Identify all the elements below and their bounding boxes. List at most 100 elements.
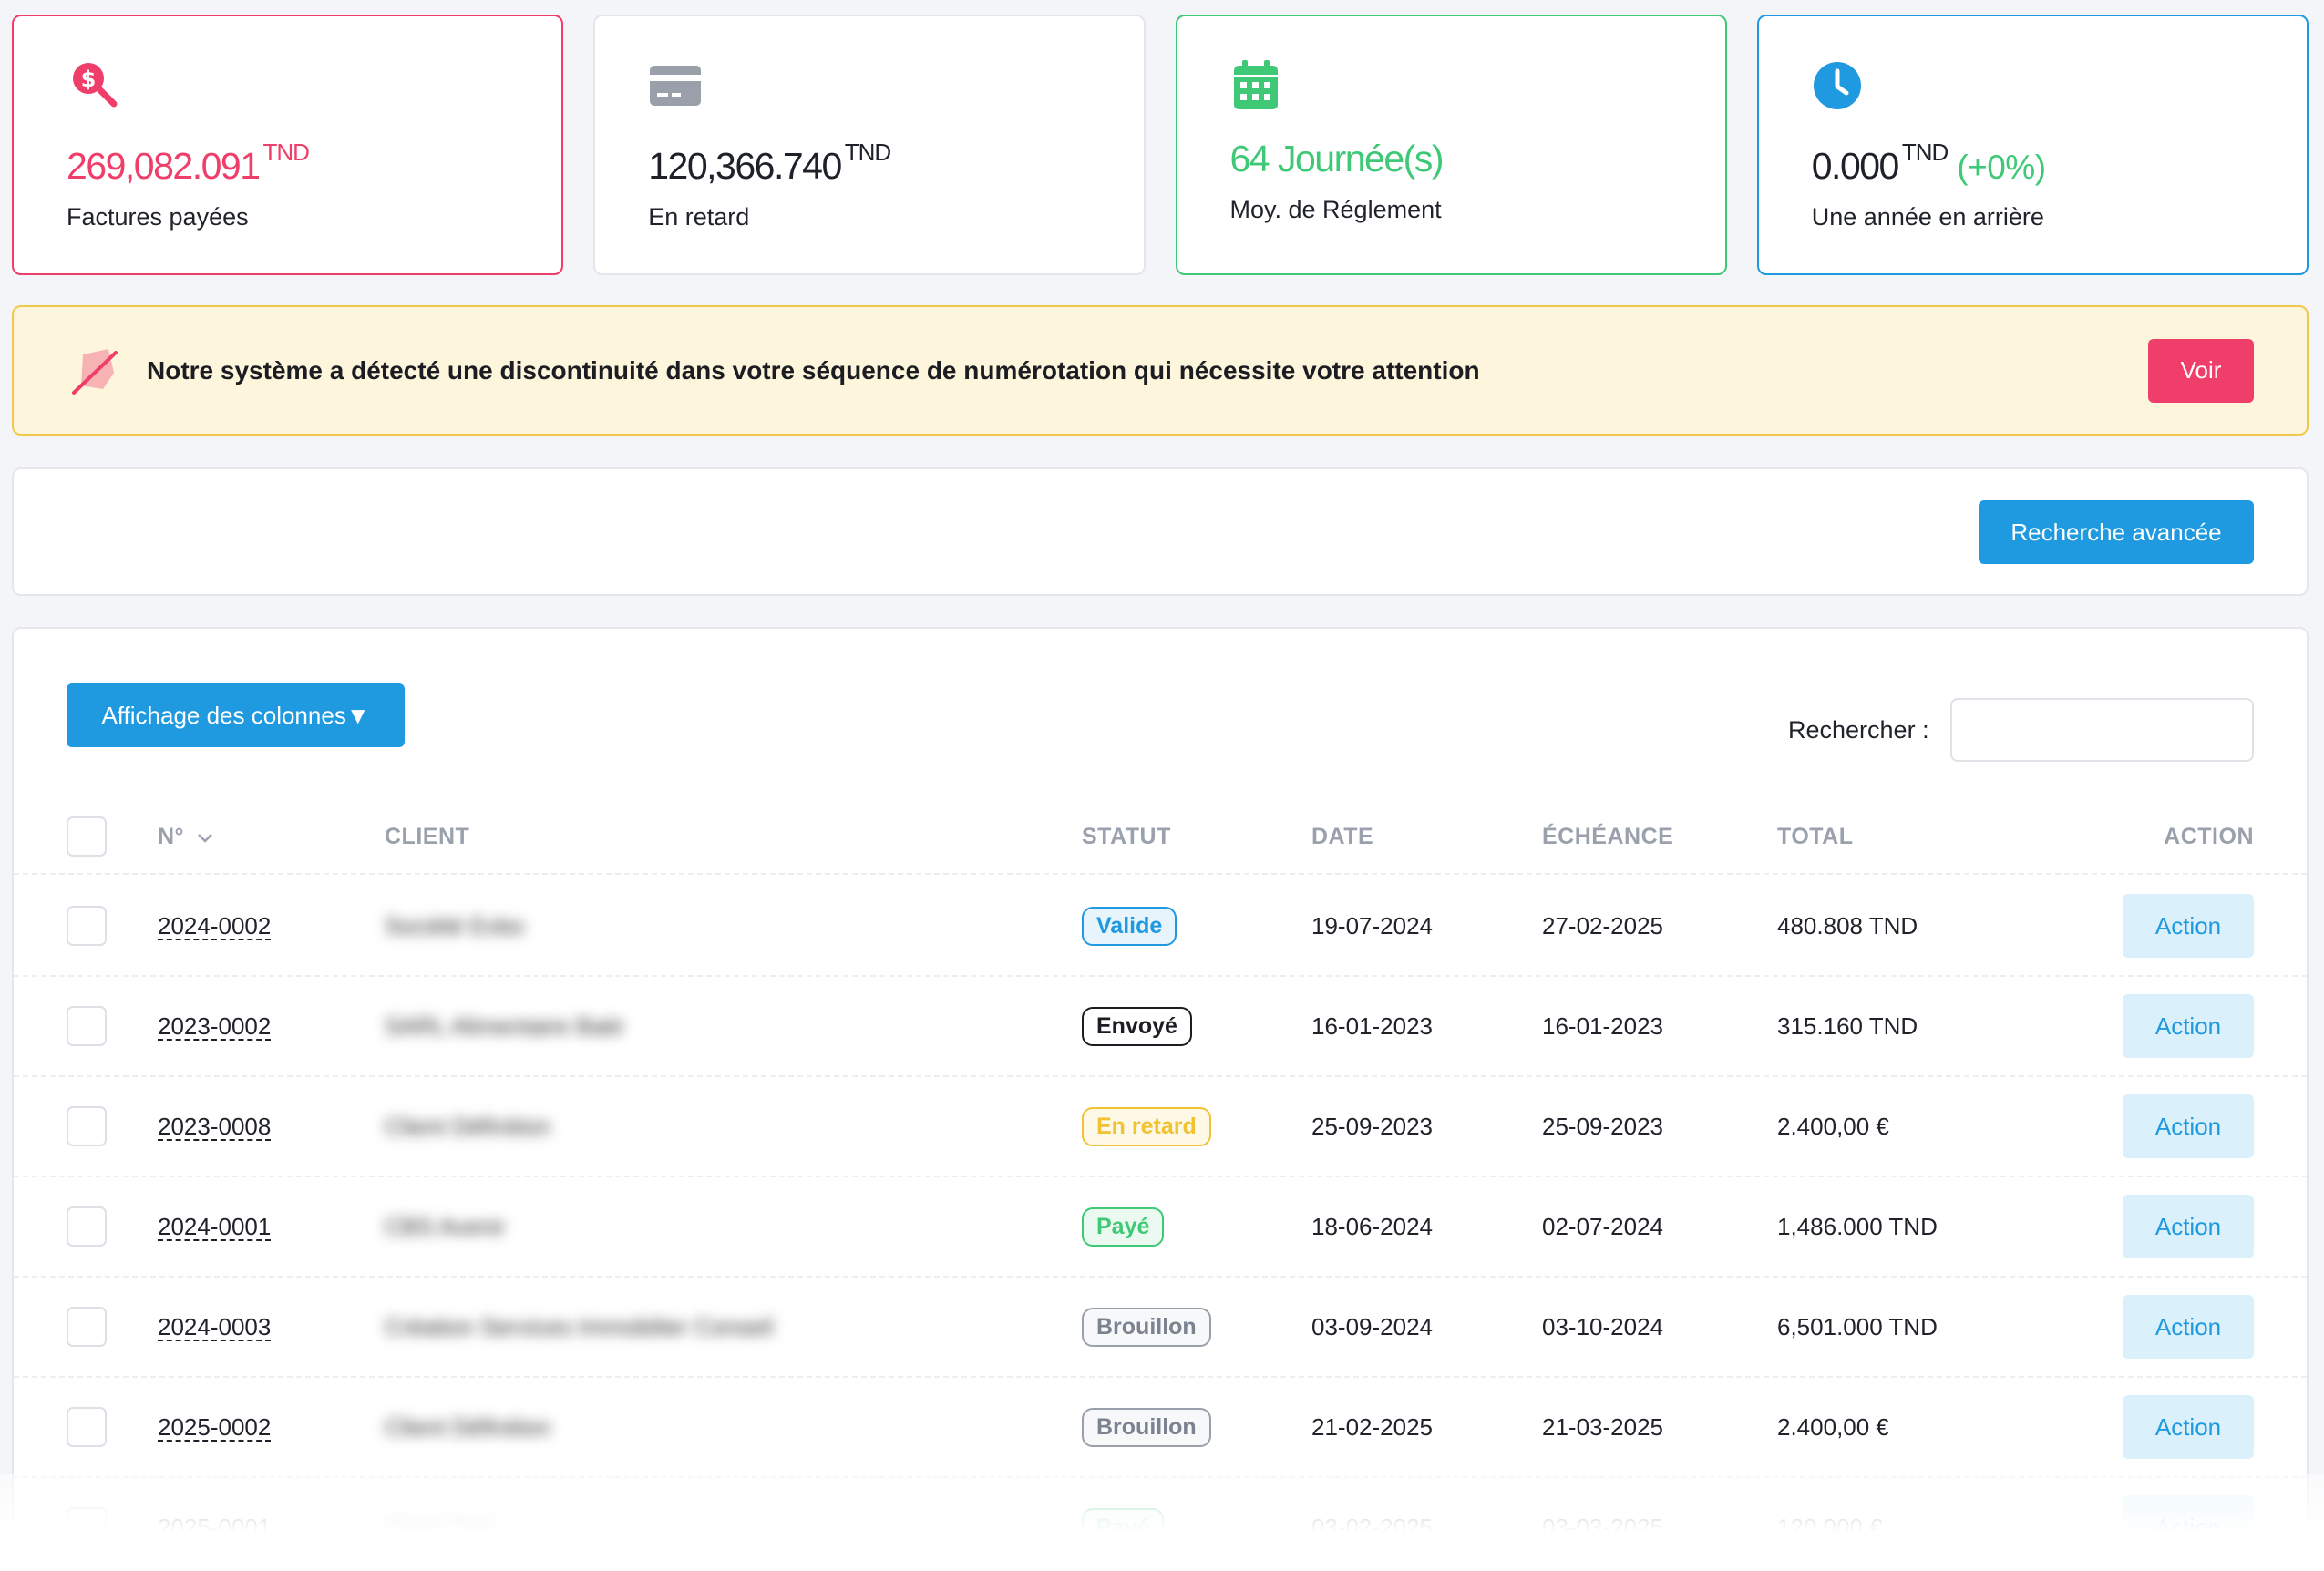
invoice-date: 16-01-2023: [1311, 1011, 1433, 1040]
row-checkbox[interactable]: [67, 1006, 107, 1046]
invoice-total: 2.400,00 €: [1777, 1112, 1889, 1140]
invoice-number-link[interactable]: 2023-0002: [158, 1012, 271, 1041]
stat-label: Moy. de Réglement: [1229, 196, 1442, 223]
table-row: 2023-0008 Client Définition En retard 25-09…: [14, 1077, 2307, 1177]
alert-message: Notre système a détecté une discontinuit…: [147, 355, 1480, 385]
due-date: 21-03-2025: [1542, 1412, 1663, 1441]
action-button[interactable]: Action: [2123, 894, 2254, 958]
stat-card-last-year: 0.000 TND (+0%) Une année en arrière: [1756, 15, 2309, 275]
due-date: 03-10-2024: [1542, 1312, 1663, 1340]
table-row: 2024-0003 Création Services Immobilier Co…: [14, 1278, 2307, 1378]
row-checkbox[interactable]: [67, 1407, 107, 1447]
select-all-checkbox[interactable]: [67, 816, 107, 857]
column-header-label: N°: [158, 823, 185, 849]
invoices-table-card: Affichage des colonnes▼ Rechercher : N° C…: [12, 627, 2309, 1571]
client-name[interactable]: Client Définition: [385, 1413, 550, 1442]
row-checkbox[interactable]: [67, 1307, 107, 1347]
calendar-icon: [1233, 60, 1278, 109]
numbering-alert: Notre système a détecté une discontinuit…: [12, 305, 2309, 436]
action-button[interactable]: Action: [2123, 1295, 2254, 1359]
column-header-client: CLIENT: [385, 798, 469, 875]
search-label: Rechercher :: [1788, 716, 1929, 744]
columns-toggle-button[interactable]: Affichage des colonnes▼: [67, 683, 405, 747]
column-header-label: CLIENT: [385, 823, 470, 849]
status-badge: Payé: [1082, 1206, 1165, 1247]
invoice-number-link[interactable]: 2025-0002: [158, 1413, 271, 1442]
status-badge: Brouillon: [1082, 1307, 1211, 1347]
action-button[interactable]: Action: [2123, 1094, 2254, 1158]
stat-label: Factures payées: [67, 203, 249, 231]
invoice-date: 03-09-2024: [1311, 1312, 1433, 1340]
client-name[interactable]: Création Services Immobilier Conseil: [385, 1313, 773, 1341]
stat-value: 64 Journée(s): [1229, 138, 1445, 180]
invoice-date: 21-02-2025: [1311, 1412, 1433, 1441]
column-header-label: ACTION: [2164, 823, 2254, 849]
voir-button[interactable]: Voir: [2148, 338, 2254, 403]
status-badge: Envoyé: [1082, 1006, 1192, 1046]
client-name[interactable]: SARL Alimentaire Batir: [385, 1012, 624, 1041]
row-checkbox[interactable]: [67, 1106, 107, 1146]
stat-label: Une année en arrière: [1811, 203, 2044, 231]
action-button[interactable]: Action: [2123, 1395, 2254, 1459]
credit-card-icon: [650, 66, 702, 106]
due-date: 27-02-2025: [1542, 911, 1663, 940]
row-checkbox[interactable]: [67, 1206, 107, 1247]
status-badge: Valide: [1082, 906, 1177, 946]
table-row: 2023-0002 SARL Alimentaire Batir Envoyé 16-…: [14, 977, 2307, 1077]
invoice-number-link[interactable]: 2024-0002: [158, 912, 271, 940]
table-row: 2024-0002 Société Exbo Valide 19-07-2024 27-…: [14, 877, 2307, 977]
table-row: 2025-0002 Client Définition Brouillon 21-02…: [14, 1378, 2307, 1478]
invoice-number-link[interactable]: 2023-0008: [158, 1113, 271, 1141]
row-checkbox[interactable]: [67, 906, 107, 946]
bottom-fade: [0, 1474, 2324, 1571]
invoice-date: 18-06-2024: [1311, 1212, 1433, 1240]
column-header-num[interactable]: N°: [158, 798, 213, 875]
stat-card-average: 64 Journée(s) Moy. de Réglement: [1175, 15, 1727, 275]
invoice-total: 315.160 TND: [1777, 1011, 1918, 1040]
column-header-label: TOTAL: [1777, 823, 1854, 849]
column-header-statut: STATUT: [1082, 798, 1171, 875]
client-name[interactable]: CBS Avenir: [385, 1213, 505, 1241]
invoice-number-link[interactable]: 2024-0001: [158, 1213, 271, 1241]
due-date: 25-09-2023: [1542, 1112, 1663, 1140]
client-name[interactable]: Société Exbo: [385, 912, 524, 940]
invoice-total: 480.808 TND: [1777, 911, 1918, 940]
client-name[interactable]: Client Définition: [385, 1113, 550, 1141]
column-header-total: TOTAL: [1777, 798, 1854, 875]
stat-value: 0.000 TND (+0%): [1811, 139, 2046, 187]
invoice-total: 2.400,00 €: [1777, 1412, 1889, 1441]
svg-text:$: $: [81, 67, 97, 92]
search-input[interactable]: [1950, 698, 2254, 762]
status-badge: Brouillon: [1082, 1407, 1211, 1447]
stat-card-late: 120,366.740 TND En retard: [593, 15, 1146, 275]
due-date: 16-01-2023: [1542, 1011, 1663, 1040]
status-badge: En retard: [1082, 1106, 1211, 1146]
stat-card-paid: $ 269,082.091 TND Factures payées: [12, 15, 564, 275]
chevron-down-icon: [197, 824, 213, 850]
stat-label: En retard: [648, 203, 750, 231]
search-dollar-icon: $: [73, 63, 118, 108]
table-row: 2024-0001 CBS Avenir Payé 18-06-2024 02-07-2…: [14, 1177, 2307, 1278]
action-button[interactable]: Action: [2123, 1195, 2254, 1258]
invoice-date: 19-07-2024: [1311, 911, 1433, 940]
table-header: N° CLIENT STATUT DATE ÉCHÉANCE TOTAL ACTION: [14, 798, 2307, 875]
column-header-label: STATUT: [1082, 823, 1171, 849]
advanced-search-button[interactable]: Recherche avancée: [1979, 500, 2254, 564]
column-header-label: ÉCHÉANCE: [1542, 823, 1674, 849]
invoice-date: 25-09-2023: [1311, 1112, 1433, 1140]
invoice-total: 6,501.000 TND: [1777, 1312, 1938, 1340]
stat-value: 120,366.740 TND: [648, 139, 891, 187]
column-header-date: DATE: [1311, 798, 1373, 875]
action-button[interactable]: Action: [2123, 994, 2254, 1058]
stats-row: $ 269,082.091 TND Factures payées 120,366…: [12, 15, 2309, 275]
clock-icon: [1813, 62, 1861, 109]
invoice-total: 1,486.000 TND: [1777, 1212, 1938, 1240]
invoice-number-link[interactable]: 2024-0003: [158, 1313, 271, 1341]
broken-sequence-icon: [72, 348, 118, 395]
stat-value: 269,082.091 TND: [67, 139, 310, 187]
due-date: 02-07-2024: [1542, 1212, 1663, 1240]
advanced-search-card: Recherche avancée: [12, 467, 2309, 596]
column-header-action: ACTION: [2164, 798, 2254, 875]
column-header-label: DATE: [1311, 823, 1374, 849]
column-header-echeance: ÉCHÉANCE: [1542, 798, 1673, 875]
